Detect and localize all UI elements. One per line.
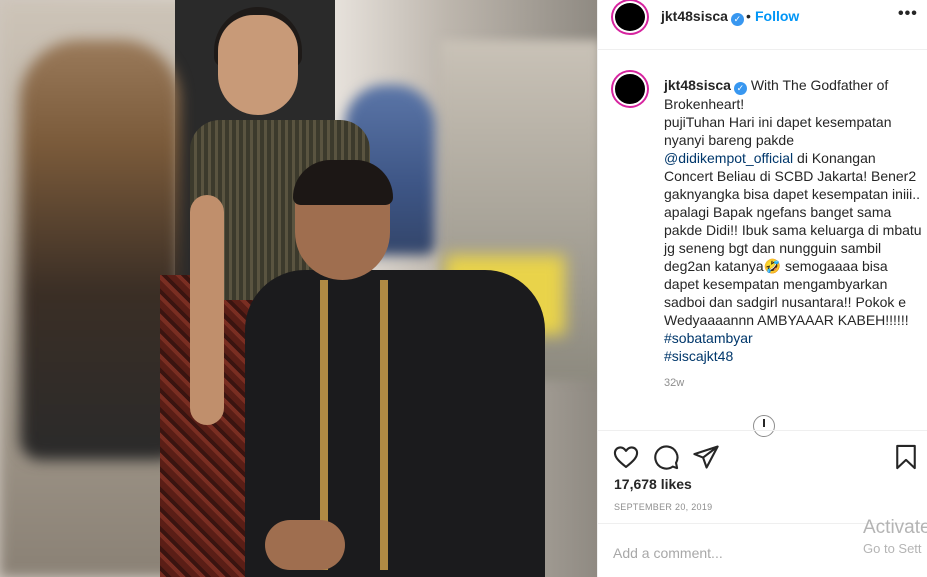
bookmark-icon[interactable] [892, 443, 920, 471]
activate-windows-watermark: Activate [863, 517, 927, 538]
likes-count[interactable]: 17,678 likes [614, 476, 692, 492]
hashtag-link[interactable]: #sobatambyar [664, 330, 753, 346]
heart-icon[interactable] [612, 443, 640, 471]
post-date: SEPTEMBER 20, 2019 [614, 502, 713, 512]
caption-username[interactable]: jkt48sisca ✓ [664, 77, 747, 95]
verified-badge-icon: ✓ [730, 13, 744, 26]
post-header: jkt48sisca ✓ • Follow ••• [598, 0, 927, 50]
photo-background-person [20, 40, 180, 460]
separator-dot: • [746, 8, 751, 24]
avatar[interactable] [613, 72, 647, 106]
comment-icon[interactable] [652, 443, 680, 471]
more-options-icon[interactable]: ••• [898, 5, 918, 23]
follow-button[interactable]: Follow [755, 8, 799, 24]
post-photo[interactable] [0, 0, 597, 577]
activate-windows-subtitle: Go to Sett [863, 541, 922, 556]
post-side-panel: jkt48sisca ✓ • Follow ••• jkt48sisca ✓ Wit… [597, 0, 927, 577]
post-age[interactable]: 32w [664, 377, 684, 389]
action-bar [598, 430, 927, 478]
hashtag-link[interactable]: #siscajkt48 [664, 348, 733, 364]
verified-badge-icon: ✓ [733, 82, 747, 95]
caption-text: jkt48sisca ✓ With The Godfather of Broken… [664, 77, 922, 364]
mention-link[interactable]: @didikempot_official [664, 150, 793, 166]
photo-man [245, 160, 545, 577]
avatar[interactable] [613, 1, 647, 33]
laughing-emoji-icon: 🤣 [763, 258, 782, 274]
comment-input[interactable] [613, 545, 833, 561]
username-link[interactable]: jkt48sisca ✓ [661, 8, 744, 26]
share-icon[interactable] [692, 443, 720, 471]
